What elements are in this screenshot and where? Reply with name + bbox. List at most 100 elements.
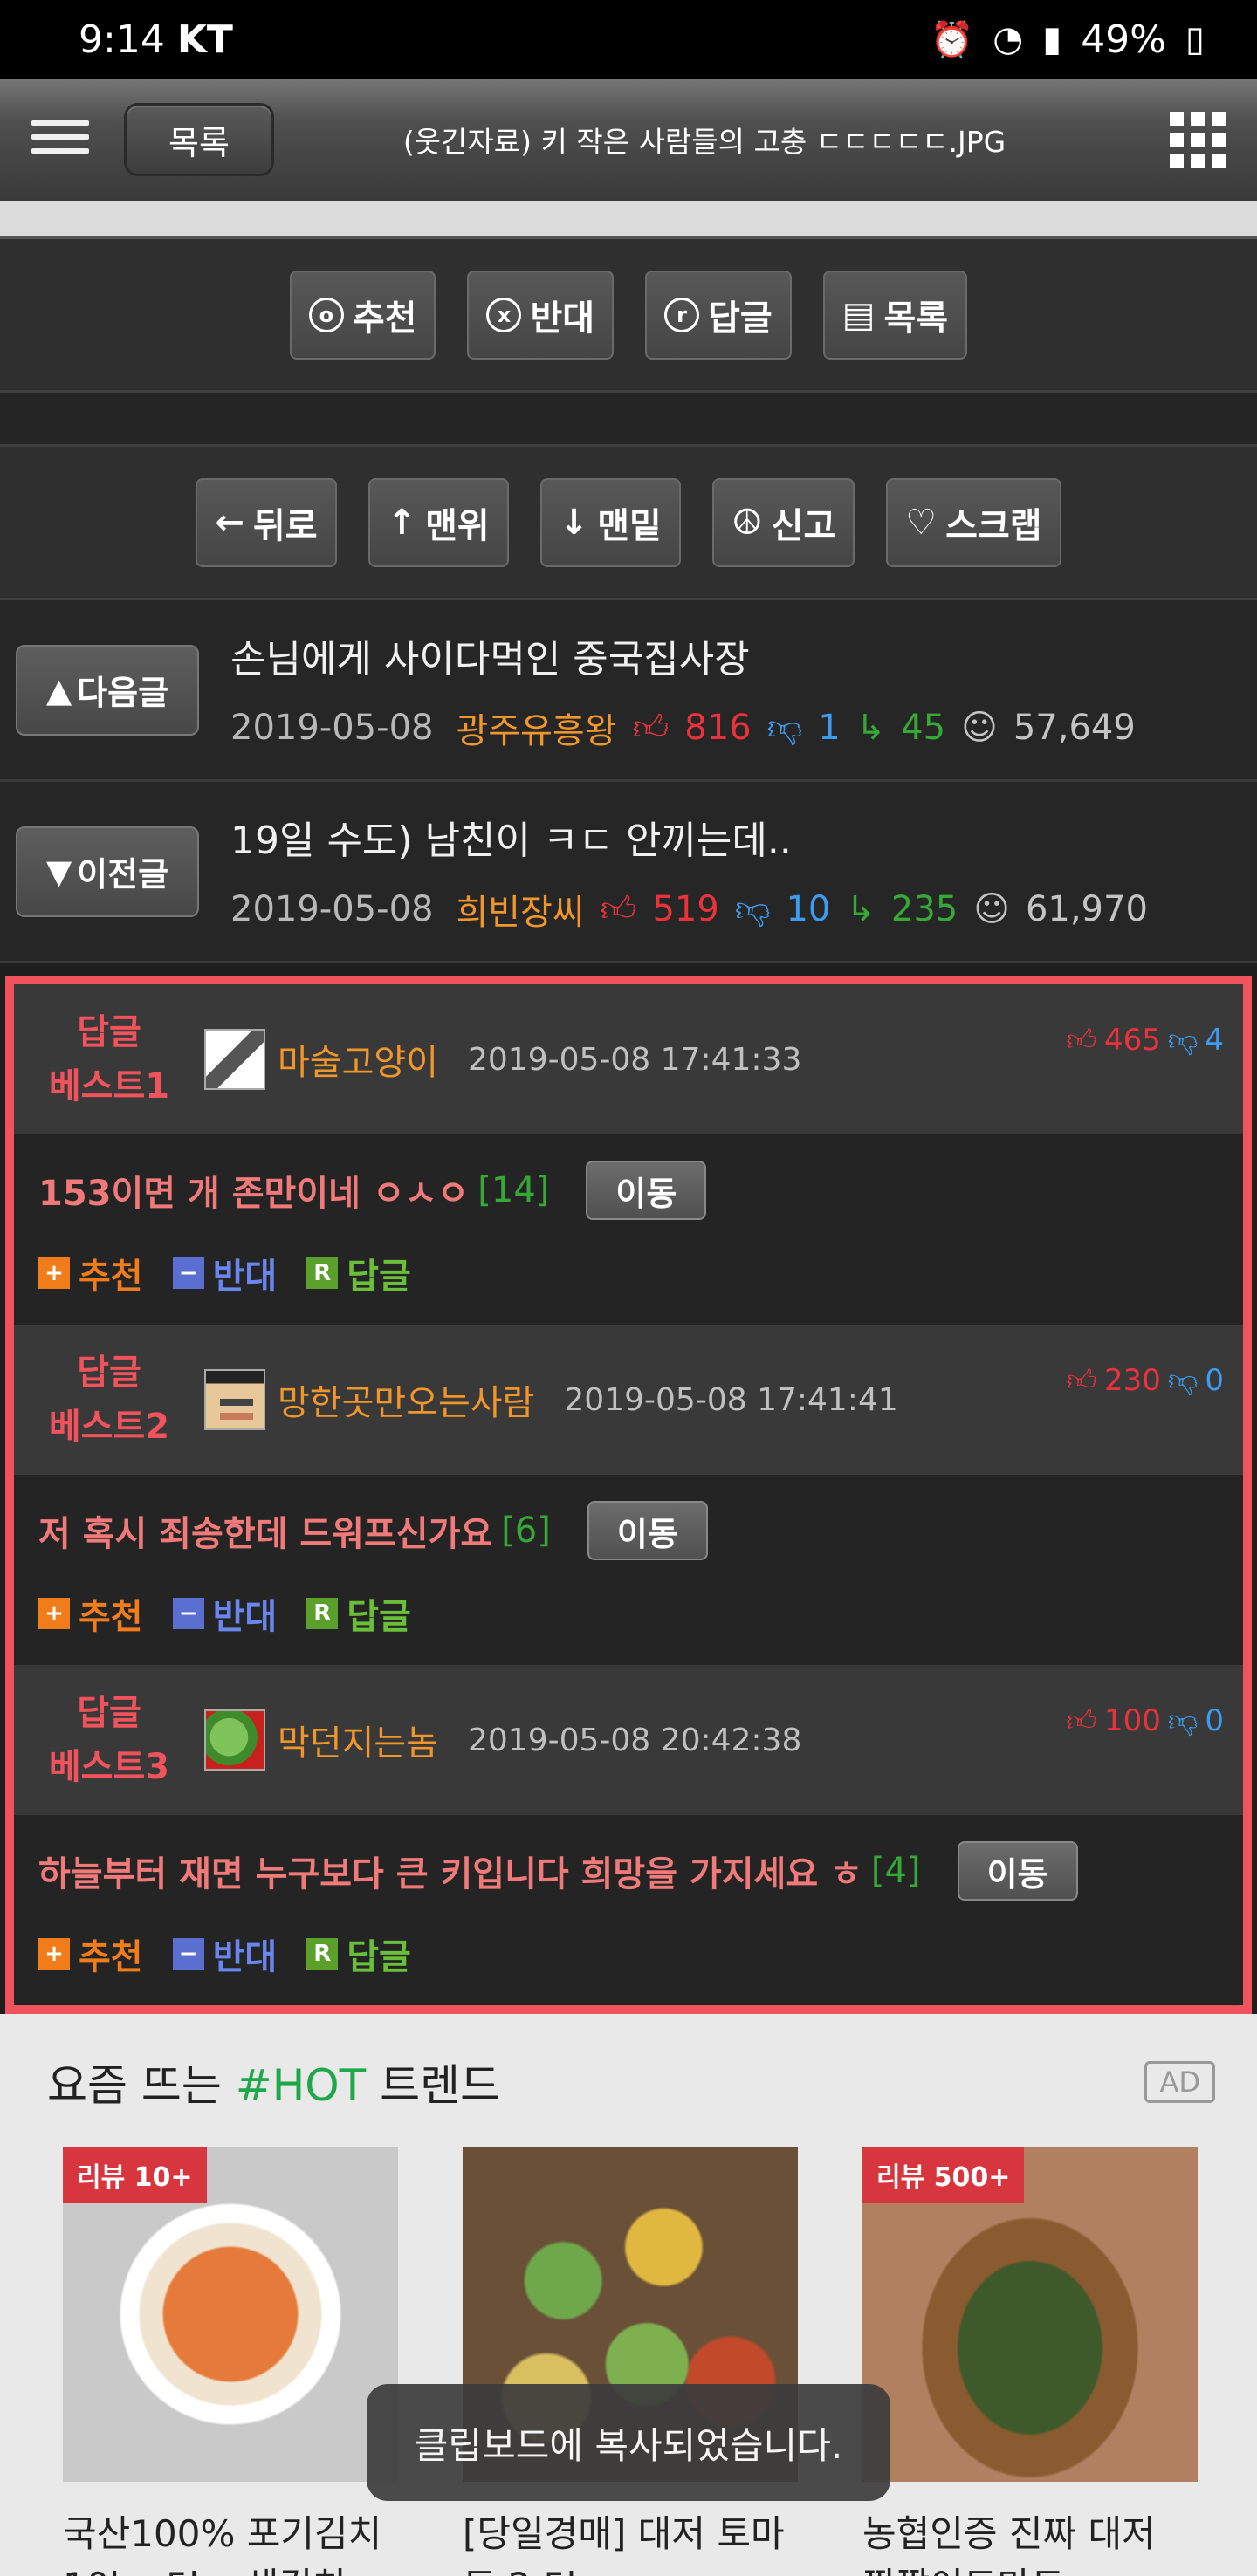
avatar [204, 1029, 265, 1090]
reply-author[interactable]: 망한곳만오는사람 [278, 1374, 534, 1425]
reply-arrow-icon: ↳ [846, 888, 876, 929]
reply-icon: r [664, 297, 700, 332]
product-image[interactable]: 리뷰 500+ [862, 2147, 1198, 2482]
up-count: 465 [1103, 1023, 1161, 1058]
thumbs-up-icon: 👍︎ [1066, 1023, 1097, 1058]
minus-icon: − [172, 1257, 204, 1289]
report-button[interactable]: ☮ 신고 [711, 477, 855, 567]
up-count: 816 [684, 707, 752, 748]
top-button[interactable]: ↑ 맨위 [367, 477, 509, 567]
recommend-button[interactable]: o 추천 [289, 270, 436, 360]
report-icon: ☮ [731, 502, 763, 543]
prev-post-button[interactable]: ▼ 이전글 [16, 826, 199, 917]
product-image[interactable]: 리뷰 10+ [63, 2147, 398, 2482]
alarm-icon: ⏰ [930, 19, 974, 60]
reply-count: 235 [890, 888, 958, 929]
move-button[interactable]: 이동 [957, 1841, 1078, 1901]
arrow-down-icon: ↓ [559, 502, 589, 543]
post-action-row: o 추천 x 반대 r 답글 ▤ 목록 [0, 239, 1257, 393]
thumbs-up-icon: 👍︎ [1066, 1703, 1097, 1738]
top-navbar: 목록 (웃긴자료) 키 작은 사람들의 고충 ㄷㄷㄷㄷㄷ.JPG [0, 79, 1257, 201]
list-icon: ▤ [841, 294, 876, 335]
plus-icon: + [38, 1938, 70, 1970]
oppose-button[interactable]: − 반대 [172, 1588, 277, 1639]
reply-date: 2019-05-08 17:41:33 [468, 1041, 802, 1078]
reply-count: 45 [901, 707, 946, 748]
product-name[interactable]: 농협인증 진짜 대저 짭짤이토마토 [862, 2508, 1198, 2576]
oppose-button[interactable]: − 반대 [172, 1248, 277, 1298]
view-count: 61,970 [1025, 888, 1148, 929]
status-time: 9:14 KT [79, 17, 233, 62]
oppose-button[interactable]: − 반대 [172, 1929, 277, 1979]
list-button-2[interactable]: ▤ 목록 [822, 270, 968, 360]
menu-icon[interactable] [31, 120, 89, 159]
product-name[interactable]: 국산100% 포기김치 10kg,5kg 생김치 [63, 2508, 398, 2576]
best-reply-header: 답글 베스트1 마술고양이 2019-05-08 17:41:33 👍︎ 465 👎︎… [14, 984, 1243, 1134]
reply-r-icon: R [306, 1598, 339, 1629]
best-reply-body: 153이면 개 존만이네 ㅇㅅㅇ [14] 이동 + 추천 − 반대 R 답글 [14, 1134, 1243, 1325]
prev-post-title[interactable]: 19일 수도) 남친이 ㅋㄷ 안끼는데.. [230, 809, 1148, 865]
post-date: 2019-05-08 [230, 707, 434, 748]
product-card[interactable]: 리뷰 500+ 농협인증 진짜 대저 짭짤이토마토 [862, 2147, 1198, 2576]
reply-button[interactable]: r 답글 [645, 270, 792, 360]
wifi-icon: ◔ [993, 19, 1024, 59]
reply-author[interactable]: 마술고양이 [278, 1034, 438, 1085]
reply-r-icon: R [306, 1938, 339, 1970]
move-button[interactable]: 이동 [587, 1501, 708, 1560]
down-count: 0 [1205, 1363, 1224, 1398]
signal-icon: ▮ [1042, 19, 1062, 59]
back-button[interactable]: ← 뒤로 [196, 477, 337, 567]
toast-message: 클립보드에 복사되었습니다. [367, 2384, 890, 2501]
battery-percent: 49% [1081, 17, 1166, 62]
thumbs-up-icon: 👍︎ [1066, 1363, 1097, 1398]
reply-button[interactable]: R 답글 [306, 1929, 411, 1979]
product-name[interactable]: [당일경매] 대저 토마토 2.5kg [463, 2508, 798, 2576]
ad-badge[interactable]: AD [1144, 2061, 1215, 2103]
next-post-row[interactable]: ▲ 다음글 손님에게 사이다먹인 중국집사장 2019-05-08 광주유흥왕 👍… [0, 600, 1257, 782]
next-post-title[interactable]: 손님에게 사이다먹인 중국집사장 [230, 627, 1136, 683]
down-count: 0 [1205, 1703, 1224, 1738]
page-action-row: ← 뒤로 ↑ 맨위 ↓ 맨밑 ☮ 신고 ♡ 스크랩 [0, 447, 1257, 600]
reply-count: [4] [870, 1851, 921, 1891]
best-reply-label: 답글 베스트3 [48, 1693, 170, 1787]
oppose-icon: x [486, 297, 522, 332]
post-author[interactable]: 희빈장씨 [456, 884, 584, 935]
divider [0, 201, 1257, 239]
reply-button[interactable]: R 답글 [306, 1588, 411, 1639]
view-count: 57,649 [1013, 707, 1136, 748]
recommend-button[interactable]: + 추천 [38, 1929, 143, 1979]
prev-post-row[interactable]: ▼ 이전글 19일 수도) 남친이 ㅋㄷ 안끼는데.. 2019-05-08 희빈… [0, 782, 1257, 963]
best-reply-body: 하늘부터 재면 누구보다 큰 키입니다 희망을 가지세요 ㅎ [4] 이동 + 추천 … [14, 1815, 1243, 2005]
post-author[interactable]: 광주유흥왕 [456, 702, 616, 753]
down-count: 10 [786, 888, 831, 929]
product-card[interactable]: 리뷰 10+ 국산100% 포기김치 10kg,5kg 생김치 [63, 2147, 398, 2576]
down-count: 1 [818, 707, 841, 748]
plus-icon: + [38, 1598, 70, 1629]
recommend-button[interactable]: + 추천 [38, 1588, 143, 1639]
reply-date: 2019-05-08 17:41:41 [564, 1381, 898, 1418]
up-count: 519 [652, 888, 719, 929]
apps-grid-icon[interactable] [1170, 112, 1226, 168]
product-card[interactable]: [당일경매] 대저 토마토 2.5kg [463, 2147, 798, 2576]
next-post-button[interactable]: ▲ 다음글 [16, 644, 199, 736]
views-icon: ☺ [961, 707, 998, 748]
plus-icon: + [38, 1257, 70, 1289]
recommend-button[interactable]: + 추천 [38, 1248, 143, 1298]
reply-text: 하늘부터 재면 누구보다 큰 키입니다 희망을 가지세요 ㅎ [38, 1854, 862, 1894]
scrap-button[interactable]: ♡ 스크랩 [886, 477, 1061, 567]
reply-arrow-icon: ↳ [855, 707, 886, 748]
list-button[interactable]: 목록 [124, 103, 274, 176]
reply-text: 저 혹시 죄송한데 드워프신가요 [38, 1514, 493, 1554]
up-count: 100 [1103, 1703, 1161, 1738]
review-badge: 리뷰 500+ [862, 2147, 1025, 2203]
reply-text: 153이면 개 존만이네 ㅇㅅㅇ [38, 1174, 470, 1214]
reply-count: [6] [501, 1511, 551, 1551]
minus-icon: − [172, 1598, 204, 1629]
move-button[interactable]: 이동 [586, 1161, 707, 1220]
oppose-button[interactable]: x 반대 [467, 270, 615, 360]
bottom-button[interactable]: ↓ 맨밑 [539, 477, 681, 567]
thumbs-down-icon: 👎︎ [766, 707, 803, 748]
battery-icon: ▯ [1185, 19, 1205, 59]
reply-author[interactable]: 막던지는놈 [278, 1715, 438, 1765]
reply-button[interactable]: R 답글 [306, 1248, 411, 1298]
